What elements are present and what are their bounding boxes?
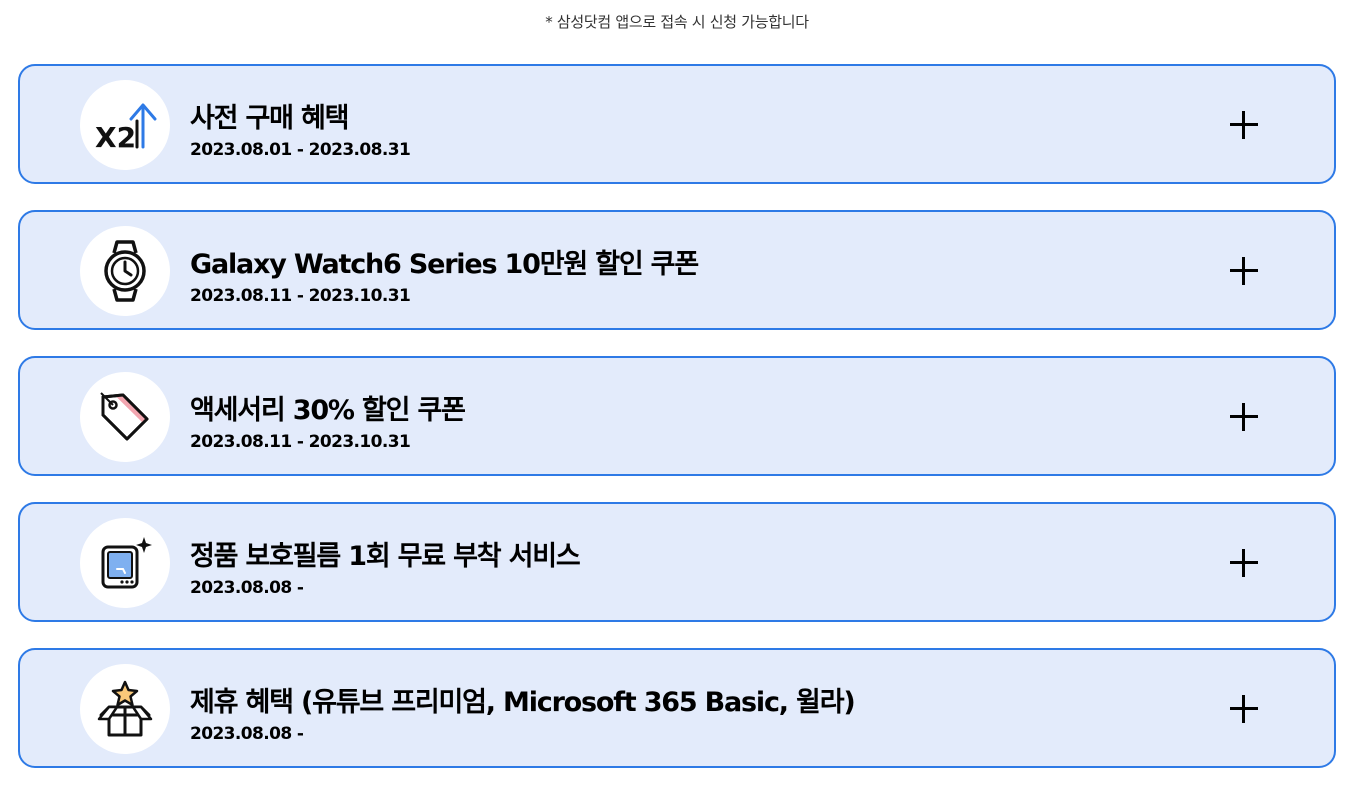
benefit-date: 2023.08.01 - 2023.08.31 <box>190 140 411 160</box>
svg-text:X2: X2 <box>95 121 136 153</box>
icon-badge <box>80 226 170 316</box>
benefit-card-pre-purchase[interactable]: X2 사전 구매 혜택 2023.08.01 - 2023.08.31 <box>18 64 1336 184</box>
gift-box-star-icon <box>97 680 153 737</box>
expand-plus-icon[interactable] <box>1230 549 1258 577</box>
expand-plus-icon[interactable] <box>1230 403 1258 431</box>
icon-badge <box>80 518 170 608</box>
icon-badge: X2 <box>80 80 170 170</box>
benefit-card-partner-benefits[interactable]: 제휴 혜택 (유튜브 프리미엄, Microsoft 365 Basic, 윌라… <box>18 648 1336 768</box>
icon-badge <box>80 372 170 462</box>
benefit-title: 사전 구매 혜택 <box>190 103 349 134</box>
benefit-date: 2023.08.11 - 2023.10.31 <box>190 432 411 452</box>
app-only-notice: * 삼성닷컴 앱으로 접속 시 신청 가능합니다 <box>545 13 809 31</box>
benefit-date: 2023.08.08 - <box>190 578 304 598</box>
tablet-sparkle-icon <box>101 537 152 589</box>
benefit-title: 제휴 혜택 (유튜브 프리미엄, Microsoft 365 Basic, 윌라… <box>190 687 856 718</box>
benefit-list: X2 사전 구매 혜택 2023.08.01 - 2023.08.31 Gala… <box>18 64 1336 794</box>
benefit-title: 액세서리 30% 할인 쿠폰 <box>190 395 466 426</box>
expand-plus-icon[interactable] <box>1230 257 1258 285</box>
benefit-card-screen-protector[interactable]: 정품 보호필름 1회 무료 부착 서비스 2023.08.08 - <box>18 502 1336 622</box>
icon-badge <box>80 664 170 754</box>
x2-arrow-up-icon: X2 <box>95 103 157 153</box>
watch-icon <box>104 240 146 302</box>
benefit-card-accessory-coupon[interactable]: 액세서리 30% 할인 쿠폰 2023.08.11 - 2023.10.31 <box>18 356 1336 476</box>
benefit-date: 2023.08.11 - 2023.10.31 <box>190 286 411 306</box>
price-tag-icon <box>100 392 149 441</box>
benefit-title: Galaxy Watch6 Series 10만원 할인 쿠폰 <box>190 249 699 280</box>
benefit-card-watch-coupon[interactable]: Galaxy Watch6 Series 10만원 할인 쿠폰 2023.08.… <box>18 210 1336 330</box>
benefit-title: 정품 보호필름 1회 무료 부착 서비스 <box>190 541 581 572</box>
expand-plus-icon[interactable] <box>1230 111 1258 139</box>
expand-plus-icon[interactable] <box>1230 695 1258 723</box>
benefit-date: 2023.08.08 - <box>190 724 304 744</box>
